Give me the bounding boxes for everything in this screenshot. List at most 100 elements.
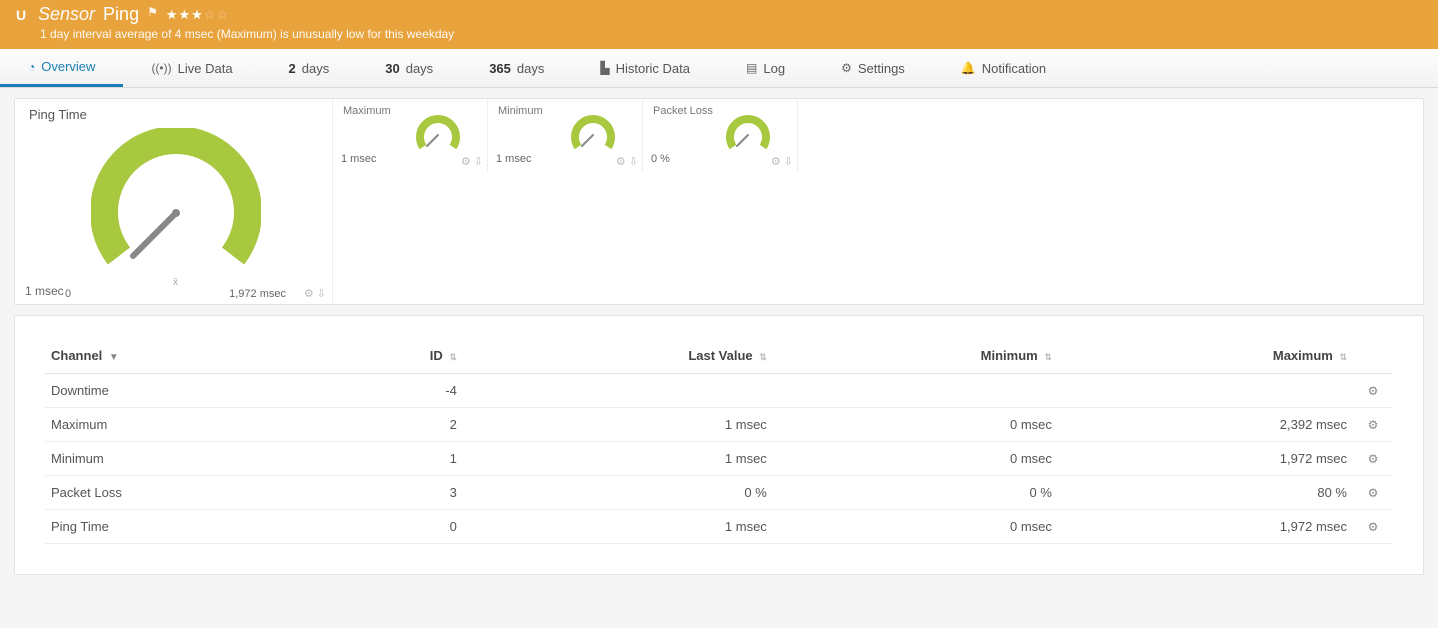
gauge-minimum-value: 1 msec — [496, 153, 531, 165]
gauge-pin-icon[interactable]: ⇩ — [629, 155, 638, 168]
tab-30-days[interactable]: 30 days — [357, 49, 461, 87]
tab-365days-unit: days — [517, 61, 544, 76]
star-empty-icon: ☆☆ — [204, 7, 229, 22]
cell-last-value: 0 % — [463, 476, 773, 510]
sensor-status-message: 1 day interval average of 4 msec (Maximu… — [40, 27, 1426, 41]
tab-overview[interactable]: ◔ Overview — [0, 49, 123, 87]
gauge-icon: ◔ — [28, 60, 35, 74]
cell-id: 2 — [329, 408, 463, 442]
sort-icon: ⇅ — [1339, 352, 1347, 362]
tab-2days-unit: days — [302, 61, 329, 76]
cell-last-value — [463, 374, 773, 408]
cell-channel: Maximum — [45, 408, 329, 442]
gauge-maximum-value: 1 msec — [341, 153, 376, 165]
channels-panel: Channel ▼ ID ⇅ Last Value ⇅ Minimum ⇅ — [14, 315, 1424, 575]
gauge-settings-icon[interactable]: ⚙ — [461, 155, 471, 168]
table-row: Downtime-4 ⚙ — [45, 374, 1393, 408]
cell-minimum: 0 msec — [773, 510, 1058, 544]
col-channel[interactable]: Channel ▼ — [45, 340, 329, 374]
flag-icon[interactable]: ⚑ — [147, 5, 158, 19]
sort-icon: ⇅ — [449, 352, 457, 362]
table-row: Maximum21 msec0 msec2,392 msec⚙ — [45, 408, 1393, 442]
cell-id: 3 — [329, 476, 463, 510]
col-channel-label: Channel — [51, 348, 102, 363]
cell-channel: Packet Loss — [45, 476, 329, 510]
gauge-settings-icon[interactable]: ⚙ — [771, 155, 781, 168]
tab-log-label: Log — [763, 61, 785, 76]
sensor-tabs: ◔ Overview ((•)) Live Data 2 days 30 day… — [0, 49, 1438, 88]
sensor-type-label: Sensor — [38, 4, 95, 25]
cell-last-value: 1 msec — [463, 510, 773, 544]
cell-channel: Minimum — [45, 442, 329, 476]
star-filled-icon: ★★★ — [166, 7, 204, 22]
chart-icon: ▙ — [600, 61, 609, 75]
tab-historic-label: Historic Data — [616, 61, 690, 76]
gauge-settings-icon[interactable]: ⚙ — [304, 287, 314, 300]
col-max-label: Maximum — [1273, 348, 1333, 363]
tab-2days-num: 2 — [289, 61, 296, 76]
cell-id: 0 — [329, 510, 463, 544]
gauge-arc-icon — [725, 113, 771, 153]
gauges-panel: Ping Time x̄ 0 1,972 msec 1 msec ⚙ ⇩ Max… — [14, 98, 1424, 305]
cell-minimum: 0 msec — [773, 442, 1058, 476]
gauge-pin-icon[interactable]: ⇩ — [784, 155, 793, 168]
status-badge: U — [12, 6, 30, 24]
cell-minimum: 0 % — [773, 476, 1058, 510]
tab-historic-data[interactable]: ▙ Historic Data — [572, 49, 718, 87]
col-minimum[interactable]: Minimum ⇅ — [773, 340, 1058, 374]
table-row: Ping Time01 msec0 msec1,972 msec⚙ — [45, 510, 1393, 544]
row-settings-icon[interactable]: ⚙ — [1353, 408, 1393, 442]
row-settings-icon[interactable]: ⚙ — [1353, 476, 1393, 510]
col-last-value[interactable]: Last Value ⇅ — [463, 340, 773, 374]
gauge-main-title: Ping Time — [29, 107, 322, 122]
antenna-icon: ((•)) — [151, 61, 171, 75]
cell-maximum: 1,972 msec — [1058, 442, 1353, 476]
tab-365days-num: 365 — [489, 61, 511, 76]
sort-desc-icon: ▼ — [109, 352, 119, 363]
cell-last-value: 1 msec — [463, 442, 773, 476]
col-actions — [1353, 340, 1393, 374]
tab-live-data[interactable]: ((•)) Live Data — [123, 49, 260, 87]
cell-minimum: 0 msec — [773, 408, 1058, 442]
cell-minimum — [773, 374, 1058, 408]
log-icon: ▤ — [746, 61, 757, 75]
tab-365-days[interactable]: 365 days — [461, 49, 572, 87]
row-settings-icon[interactable]: ⚙ — [1353, 374, 1393, 408]
row-settings-icon[interactable]: ⚙ — [1353, 442, 1393, 476]
cell-last-value: 1 msec — [463, 408, 773, 442]
cell-maximum: 80 % — [1058, 476, 1353, 510]
sensor-header: U Sensor Ping ⚑ ★★★☆☆ 1 day interval ave… — [0, 0, 1438, 49]
gauge-arc-icon — [570, 113, 616, 153]
gauge-arc-icon — [415, 113, 461, 153]
gauge-maximum: Maximum 1 msec ⚙⇩ — [333, 99, 488, 171]
gauge-arc-icon — [91, 128, 261, 278]
col-maximum[interactable]: Maximum ⇅ — [1058, 340, 1353, 374]
row-settings-icon[interactable]: ⚙ — [1353, 510, 1393, 544]
tab-30days-unit: days — [406, 61, 433, 76]
gauge-settings-icon[interactable]: ⚙ — [616, 155, 626, 168]
tab-settings-label: Settings — [858, 61, 905, 76]
gauge-pin-icon[interactable]: ⇩ — [317, 287, 326, 300]
cell-channel: Downtime — [45, 374, 329, 408]
table-row: Minimum11 msec0 msec1,972 msec⚙ — [45, 442, 1393, 476]
tab-settings[interactable]: ⚙ Settings — [813, 49, 933, 87]
sensor-name: Ping — [103, 4, 139, 25]
tab-notifications-label: Notification — [982, 61, 1046, 76]
gauge-packetloss-value: 0 % — [651, 153, 670, 165]
channels-table: Channel ▼ ID ⇅ Last Value ⇅ Minimum ⇅ — [45, 340, 1393, 544]
gauge-main-value: 1 msec — [25, 284, 64, 298]
tab-overview-label: Overview — [41, 59, 95, 74]
col-last-label: Last Value — [688, 348, 752, 363]
cell-id: -4 — [329, 374, 463, 408]
col-id[interactable]: ID ⇅ — [329, 340, 463, 374]
gauge-pin-icon[interactable]: ⇩ — [474, 155, 483, 168]
tab-live-label: Live Data — [178, 61, 233, 76]
col-id-label: ID — [430, 348, 443, 363]
table-row: Packet Loss30 %0 %80 %⚙ — [45, 476, 1393, 510]
tab-notifications[interactable]: 🔔 Notification — [933, 49, 1074, 87]
tab-2-days[interactable]: 2 days — [261, 49, 358, 87]
bell-icon: 🔔 — [961, 61, 976, 75]
tab-log[interactable]: ▤ Log — [718, 49, 813, 87]
sort-icon: ⇅ — [1044, 352, 1052, 362]
priority-stars[interactable]: ★★★☆☆ — [166, 7, 229, 23]
